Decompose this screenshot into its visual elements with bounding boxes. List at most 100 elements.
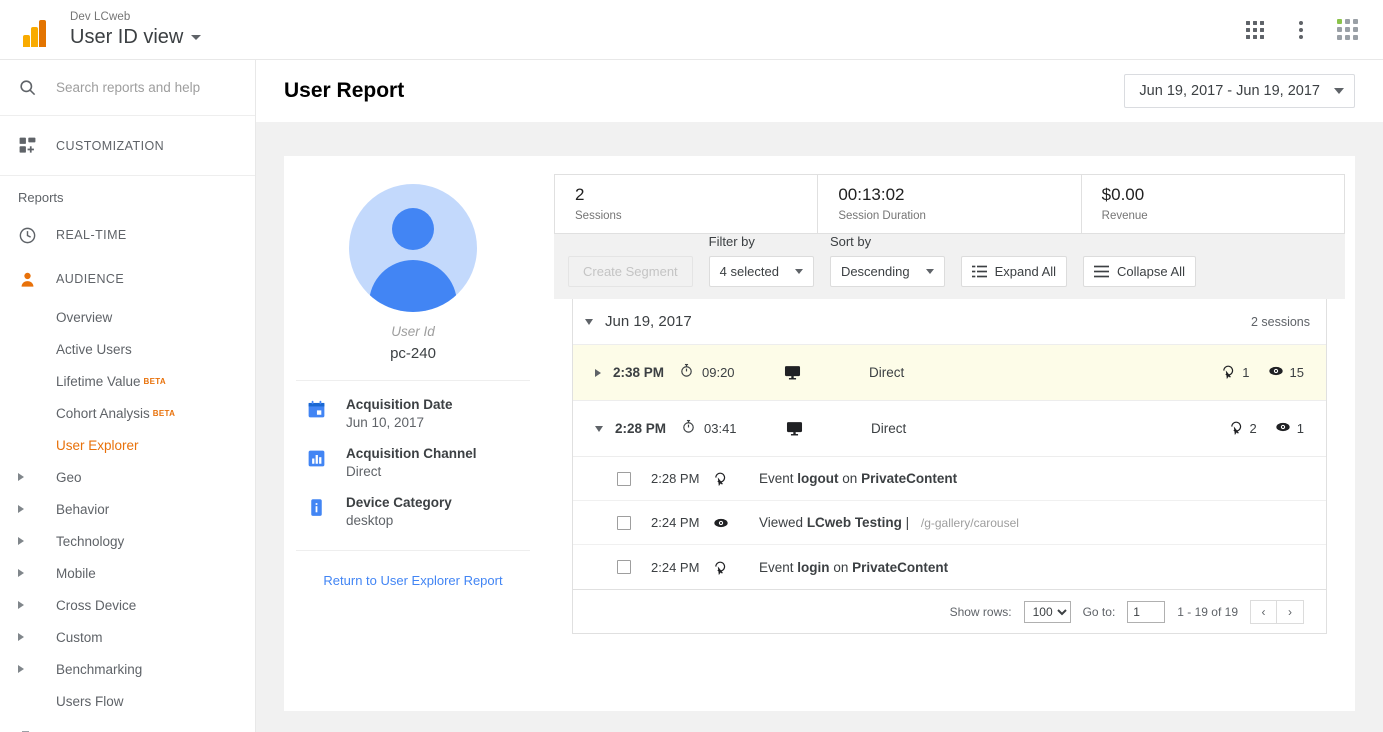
show-rows-select[interactable]: 100: [1023, 600, 1071, 623]
sidebar-label-custom: Custom: [56, 629, 103, 645]
sidebar-item-user-explorer[interactable]: User Explorer: [0, 429, 255, 461]
cursor-click-icon: [713, 471, 759, 486]
sidebar-item-audience[interactable]: AUDIENCE: [0, 257, 255, 301]
chevron-right-icon: [18, 505, 24, 513]
sidebar-subnav: Overview Active Users Lifetime Value BET…: [0, 301, 255, 721]
sidebar-label-lifetime-value: Lifetime Value: [56, 373, 141, 389]
beta-badge: BETA: [152, 408, 176, 418]
next-page-button[interactable]: ›: [1277, 599, 1304, 624]
chevron-down-icon: [794, 269, 803, 274]
avatar: [349, 184, 477, 312]
page-title: User Report: [284, 79, 405, 102]
report-body: User Id pc-240 Acquisition Date Jun 10, …: [284, 156, 1355, 711]
sidebar-item-mobile[interactable]: Mobile: [0, 557, 255, 589]
bar-chart-icon: [306, 446, 338, 479]
sort-by-value: Descending: [840, 264, 910, 279]
sidebar-item-lifetime-value[interactable]: Lifetime Value BETA: [0, 365, 255, 397]
sidebar-label-user-explorer: User Explorer: [56, 437, 139, 453]
date-group-date: Jun 19, 2017: [605, 313, 692, 330]
apps-grid-button[interactable]: [1235, 10, 1275, 50]
expand-all-button[interactable]: Expand All: [960, 256, 1068, 287]
session-time: 2:38 PM: [613, 365, 665, 380]
sidebar-search-row[interactable]: [0, 60, 255, 116]
attribute-label: Acquisition Channel: [346, 446, 477, 461]
search-input[interactable]: [56, 80, 236, 95]
account-switcher-button[interactable]: [1327, 10, 1367, 50]
metric-value: $0.00: [1101, 185, 1145, 204]
sessions-toolbar: Create Segment Filter by 4 selected Sort…: [554, 234, 1345, 299]
view-name-label: User ID view: [70, 26, 184, 49]
event-prefix: Event: [759, 559, 794, 575]
event-time: 2:24 PM: [651, 559, 700, 575]
sidebar-item-active-users[interactable]: Active Users: [0, 333, 255, 365]
sidebar-item-technology[interactable]: Technology: [0, 525, 255, 557]
date-range-picker[interactable]: Jun 19, 2017 - Jun 19, 2017: [1124, 74, 1355, 108]
cursor-click-icon: [1221, 364, 1236, 382]
previous-page-button[interactable]: ‹: [1250, 599, 1277, 624]
sidebar-item-behavior[interactable]: Behavior: [0, 493, 255, 525]
session-events-stat: 1: [1221, 364, 1250, 382]
event-row[interactable]: 2:28 PM Event logout on PrivateContent: [573, 457, 1326, 501]
date-group-header[interactable]: Jun 19, 2017 2 sessions: [573, 299, 1326, 345]
attribute-label: Device Category: [346, 495, 452, 510]
return-to-user-explorer-link[interactable]: Return to User Explorer Report: [284, 573, 542, 588]
collapse-all-icon: [1094, 265, 1110, 278]
event-row[interactable]: 2:24 PM Viewed LCweb Testing | /g-galler…: [573, 501, 1326, 545]
session-row[interactable]: 2:28 PM 03:41 Direct 2 1: [573, 401, 1326, 457]
event-connector: on: [833, 559, 849, 575]
arrow-slot: [18, 665, 44, 673]
event-row[interactable]: 2:24 PM Event login on PrivateContent: [573, 545, 1326, 589]
sort-by-label: Sort by: [829, 234, 872, 249]
metrics-summary: 2 Sessions 00:13:02 Session Duration $0.…: [554, 174, 1345, 234]
account-view-selector[interactable]: Dev LCweb User ID view: [70, 11, 202, 49]
eye-icon: [1275, 419, 1291, 438]
metric-sessions: 2 Sessions: [555, 175, 819, 233]
chevron-down-icon: [585, 318, 593, 325]
collapse-all-button[interactable]: Collapse All: [1083, 256, 1196, 287]
session-duration-text: 03:41: [704, 421, 737, 436]
session-duration: 09:20: [679, 363, 783, 383]
attribute-value: desktop: [346, 513, 394, 528]
arrow-slot: [18, 505, 44, 513]
arrow-slot: [18, 601, 44, 609]
session-pageviews-stat: 15: [1268, 363, 1304, 382]
event-prefix: Viewed: [759, 515, 804, 530]
chevron-down-icon: [595, 425, 603, 432]
sidebar-item-cohort-analysis[interactable]: Cohort Analysis BETA: [0, 397, 255, 429]
event-checkbox[interactable]: [617, 515, 631, 530]
stopwatch-icon: [679, 363, 694, 383]
create-segment-button[interactable]: Create Segment: [568, 256, 693, 287]
sidebar-item-customization[interactable]: CUSTOMIZATION: [0, 116, 255, 176]
metric-session-duration: 00:13:02 Session Duration: [818, 175, 1082, 233]
expand-all-label: Expand All: [994, 264, 1057, 279]
event-checkbox[interactable]: [617, 471, 631, 486]
sidebar-item-custom[interactable]: Custom: [0, 621, 255, 653]
event-checkbox[interactable]: [617, 560, 631, 574]
sidebar-item-overview[interactable]: Overview: [0, 301, 255, 333]
sort-by-dropdown[interactable]: Descending: [829, 256, 945, 287]
sidebar-item-geo[interactable]: Geo: [0, 461, 255, 493]
event-time: 2:28 PM: [651, 471, 700, 486]
cursor-click-icon: [713, 560, 759, 575]
more-options-button[interactable]: [1281, 10, 1321, 50]
metric-revenue: $0.00 Revenue: [1082, 175, 1344, 233]
info-device-icon: [306, 495, 338, 528]
chevron-right-icon: [18, 665, 24, 673]
view-name[interactable]: User ID view: [70, 26, 202, 49]
customization-icon: [18, 136, 44, 155]
session-events-count: 2: [1249, 421, 1257, 436]
sidebar-item-real-time[interactable]: REAL-TIME: [0, 213, 255, 257]
user-id-label: User Id: [391, 324, 435, 339]
header-spacer: [256, 122, 1383, 156]
search-icon: [18, 78, 44, 97]
goto-input[interactable]: [1127, 600, 1166, 623]
chevron-right-icon: [18, 473, 24, 481]
event-description: Viewed LCweb Testing | /g-gallery/carous…: [759, 515, 1019, 530]
filter-by-dropdown[interactable]: 4 selected: [708, 256, 814, 287]
sidebar-item-benchmarking[interactable]: Benchmarking: [0, 653, 255, 685]
top-bar-actions: [1235, 10, 1367, 50]
sidebar: CUSTOMIZATION Reports REAL-TIME AUDIENCE: [0, 60, 256, 732]
session-row[interactable]: 2:38 PM 09:20 Direct 1 15: [573, 345, 1326, 401]
sidebar-item-users-flow[interactable]: Users Flow: [0, 685, 255, 717]
sidebar-item-cross-device[interactable]: Cross Device: [0, 589, 255, 621]
